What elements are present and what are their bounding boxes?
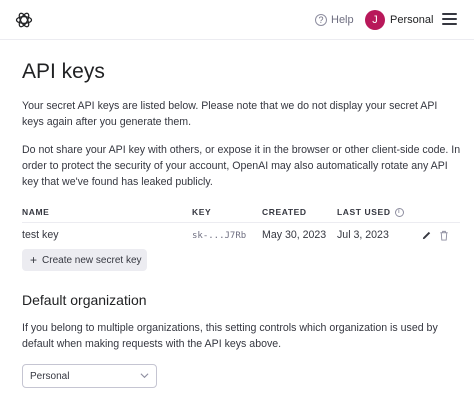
help-label: Help bbox=[331, 14, 354, 26]
key-created: May 30, 2023 bbox=[262, 229, 327, 241]
column-header-name: NAME bbox=[22, 207, 50, 217]
help-icon: ? bbox=[315, 14, 327, 26]
account-label: Personal bbox=[390, 14, 434, 26]
column-header-key: KEY bbox=[192, 207, 212, 217]
intro-text: Your secret API keys are listed below. P… bbox=[22, 100, 438, 128]
key-name: test key bbox=[22, 229, 59, 241]
create-secret-key-button[interactable]: + Create new secret key bbox=[22, 249, 147, 271]
help-link[interactable]: ? Help bbox=[315, 12, 354, 28]
api-keys-page: ? Help J Personal API keys Your secret A… bbox=[0, 0, 474, 396]
create-secret-key-label: Create new secret key bbox=[42, 254, 142, 266]
account-menu[interactable]: J Personal bbox=[365, 9, 433, 31]
openai-logo-icon[interactable] bbox=[14, 10, 34, 30]
chevron-down-icon bbox=[140, 373, 149, 379]
warning-text: Do not share your API key with others, o… bbox=[22, 144, 461, 188]
key-last-used: Jul 3, 2023 bbox=[337, 229, 389, 241]
page-title: API keys bbox=[22, 60, 105, 83]
organization-select-value: Personal bbox=[30, 370, 70, 382]
top-bar: ? Help J Personal bbox=[0, 0, 474, 40]
default-organization-description: If you belong to multiple organizations,… bbox=[22, 322, 438, 350]
default-organization-heading: Default organization bbox=[22, 292, 147, 308]
avatar: J bbox=[365, 10, 385, 30]
organization-select[interactable]: Personal bbox=[22, 364, 157, 388]
trash-icon[interactable] bbox=[439, 230, 449, 241]
column-header-last-used-label: LAST USED bbox=[337, 207, 391, 217]
edit-icon[interactable] bbox=[421, 230, 432, 241]
table-divider bbox=[22, 222, 460, 223]
column-header-created: CREATED bbox=[262, 207, 307, 217]
column-header-last-used: LAST USED i bbox=[337, 207, 404, 217]
info-icon[interactable]: i bbox=[394, 207, 404, 217]
key-value: sk-...J7Rb bbox=[192, 231, 247, 241]
plus-icon: + bbox=[30, 253, 38, 267]
menu-icon[interactable] bbox=[442, 13, 457, 26]
